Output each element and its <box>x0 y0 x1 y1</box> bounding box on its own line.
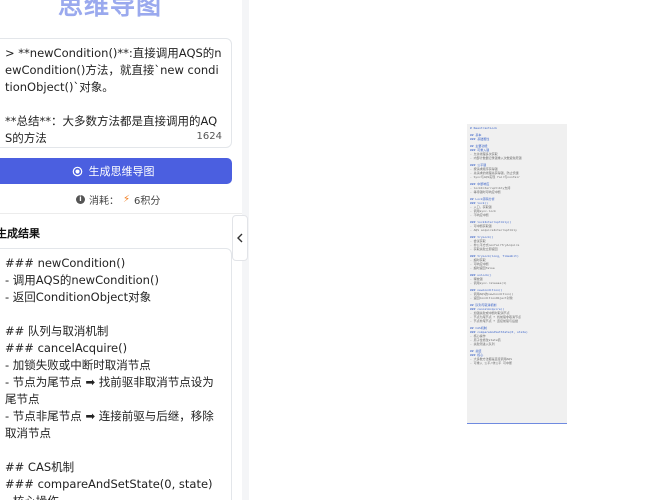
result-line: - 节点非尾节点 ➡ 连接前驱与后继，移除取消节点 <box>5 409 214 440</box>
result-output[interactable]: ### newCondition() - 调用AQS的newCondition()… <box>0 248 232 500</box>
result-line: - 调用AQS的newCondition() <box>5 273 159 287</box>
result-line: - 核心操作 <box>5 493 223 500</box>
mindmap-preview-image[interactable]: # ReentrantLock ## 基本 ### 基础属性 ## 主要功能 ### 可… <box>467 124 567 424</box>
result-line: - 加锁失败或中断时取消节点 <box>5 358 151 372</box>
generate-mindmap-button[interactable]: 生成思维导图 <box>0 158 232 184</box>
result-line: ## 队列与取消机制 <box>5 324 109 338</box>
generate-mindmap-label: 生成思维导图 <box>88 165 155 178</box>
result-line: ## CAS机制 <box>5 460 75 474</box>
result-line: - 节点为尾节点 ➡ 找前驱非取消节点设为尾节点 <box>5 375 214 406</box>
info-icon: i <box>76 195 85 204</box>
divider <box>0 213 242 214</box>
page-title: 思维导图 <box>58 0 163 20</box>
result-line: - 返回ConditionObject对象 <box>5 290 152 304</box>
result-line: ### newCondition() <box>5 256 126 270</box>
cost-amount: 6积分 <box>134 196 161 207</box>
mindmap-preview-area: # ReentrantLock ## 基本 ### 基础属性 ## 主要功能 ### 可… <box>249 0 645 500</box>
result-line <box>5 442 223 459</box>
result-line: ### cancelAcquire() <box>5 341 128 355</box>
markdown-input[interactable]: > **newCondition()**:直接调用AQS的newConditio… <box>0 38 232 148</box>
chevron-left-icon <box>237 233 243 243</box>
mindmap-icon <box>72 166 82 176</box>
preview-line: - 可重入 公平/非公平 可中断 <box>470 361 513 365</box>
result-line: ### compareAndSetState(0, state) <box>5 477 213 491</box>
collapse-panel-button[interactable] <box>232 215 248 261</box>
bolt-icon: ⚡ <box>123 194 131 205</box>
left-panel: 思维导图 > **newCondition()**:直接调用AQS的newCon… <box>0 0 242 500</box>
cost-info: i 消耗： ⚡ 6积分 <box>76 192 160 207</box>
markdown-input-text[interactable]: > **newCondition()**:直接调用AQS的newConditio… <box>5 45 223 147</box>
result-lines: ### newCondition() - 调用AQS的newCondition()… <box>5 255 223 500</box>
result-line <box>5 306 223 323</box>
cost-label: 消耗： <box>89 196 119 207</box>
char-count: 1624 <box>196 131 222 142</box>
result-heading: 生成结果 <box>0 227 40 240</box>
